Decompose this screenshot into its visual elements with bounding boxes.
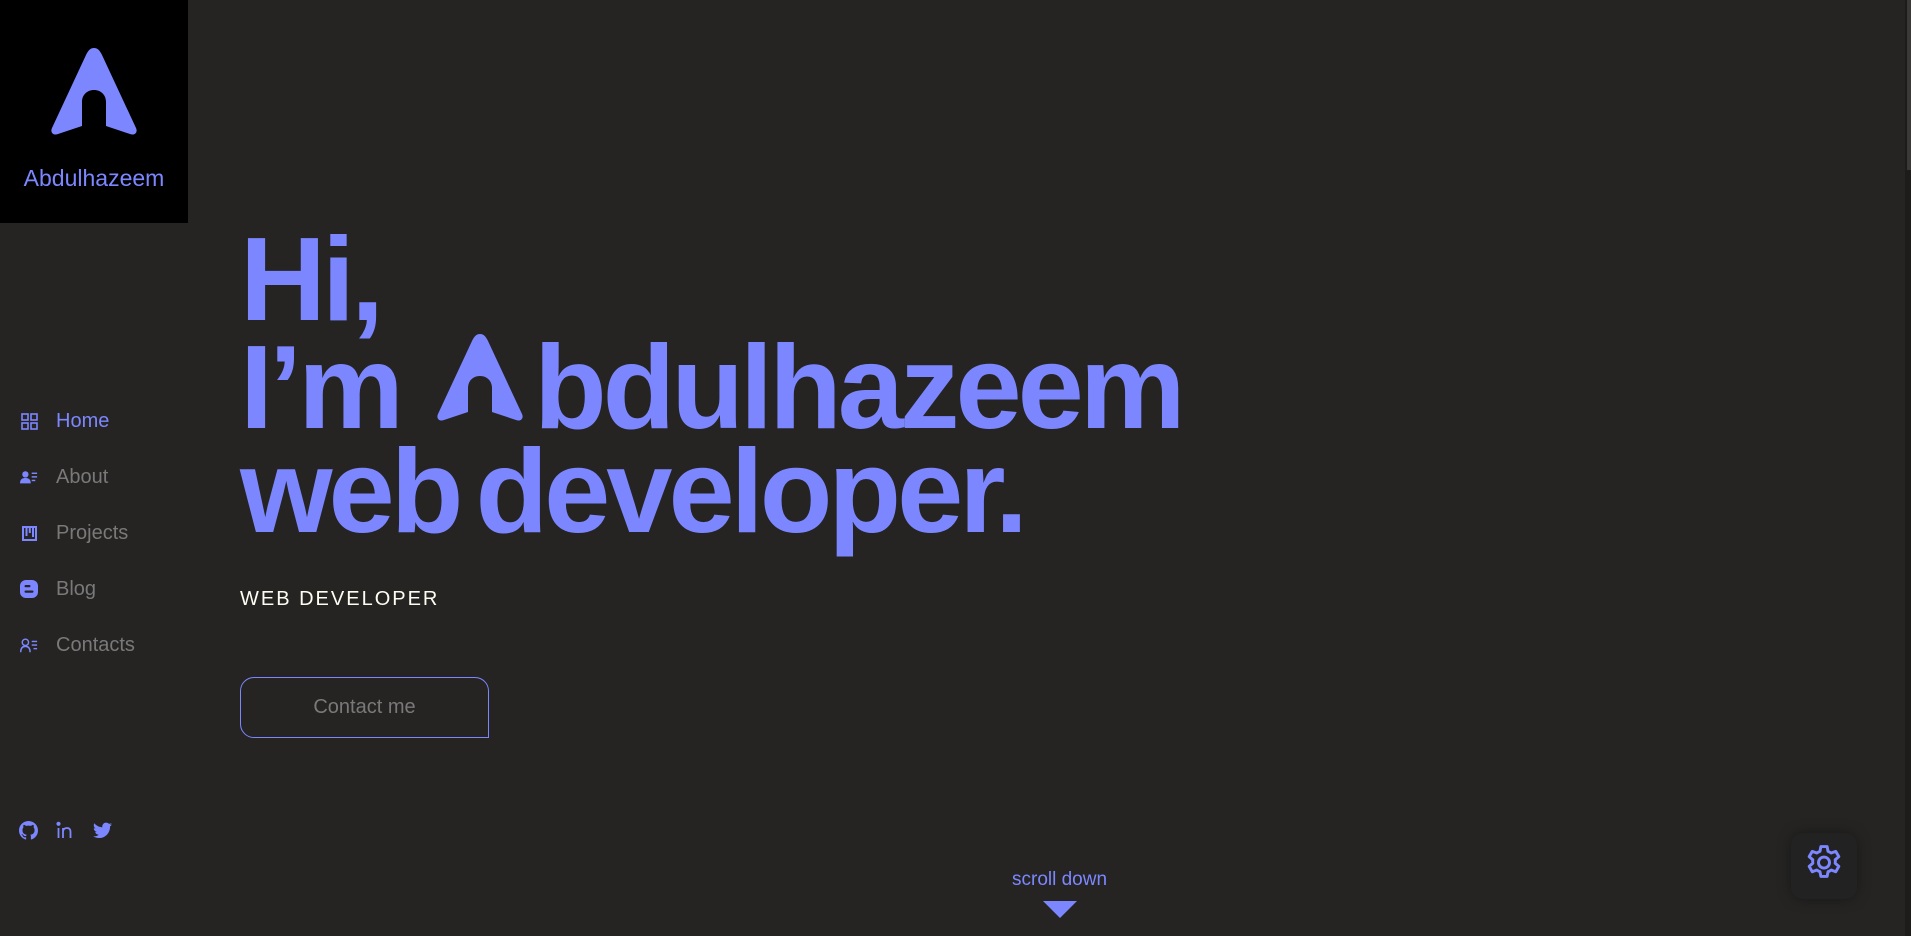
twitter-icon[interactable] — [93, 821, 112, 840]
hero-role-developer: developer. — [475, 425, 1028, 558]
gear-icon — [1802, 842, 1846, 891]
nav-item-blog[interactable]: Blog — [0, 561, 188, 617]
contacts-icon — [20, 636, 38, 654]
hero-greeting: Hi, — [240, 213, 384, 346]
triangle-down-icon — [1042, 901, 1077, 923]
arrow-a-logo-icon — [48, 46, 140, 143]
logo-box[interactable]: Abdulhazeem — [0, 0, 188, 223]
arrow-a-letter-icon — [434, 332, 526, 436]
linkedin-icon[interactable] — [56, 821, 75, 840]
hero-line-role: web developer. — [240, 425, 1182, 558]
hero-line-greeting: Hi, — [240, 213, 1182, 346]
scrollbar[interactable] — [1905, 0, 1911, 936]
main-nav: Home About Projects Blog Contacts — [0, 393, 188, 673]
blog-icon — [20, 580, 38, 598]
nav-label-home: Home — [56, 409, 110, 432]
brand-name: Abdulhazeem — [23, 165, 165, 191]
grid-icon — [20, 412, 38, 430]
contact-me-button[interactable]: Contact me — [240, 677, 489, 738]
github-icon[interactable] — [19, 821, 38, 840]
kanban-icon — [20, 524, 38, 542]
nav-item-about[interactable]: About — [0, 449, 188, 505]
nav-label-blog: Blog — [56, 577, 97, 600]
settings-button[interactable] — [1791, 833, 1857, 899]
scrollbar-thumb[interactable] — [1907, 0, 1911, 170]
social-links — [19, 821, 112, 840]
hero-heading: Hi, I’m bdulhazeem web developer. — [240, 213, 1186, 558]
page: Abdulhazeem Home About Projects Blog Con… — [0, 0, 1911, 936]
sidebar: Abdulhazeem Home About Projects Blog Con… — [0, 0, 188, 936]
nav-item-home[interactable]: Home — [0, 393, 188, 449]
nav-item-projects[interactable]: Projects — [0, 505, 188, 561]
user-card-icon — [20, 468, 38, 486]
hero-subtitle: WEB DEVELOPER — [240, 588, 440, 610]
hero-role-web: web — [240, 425, 463, 558]
nav-label-about: About — [56, 465, 109, 488]
hero-line-name: I’m bdulhazeem — [240, 328, 1186, 447]
nav-item-contacts[interactable]: Contacts — [0, 617, 188, 673]
scroll-down-label: scroll down — [1012, 869, 1108, 890]
nav-label-projects: Projects — [56, 521, 129, 544]
nav-label-contacts: Contacts — [56, 633, 135, 656]
scroll-down[interactable]: scroll down — [1012, 869, 1107, 923]
